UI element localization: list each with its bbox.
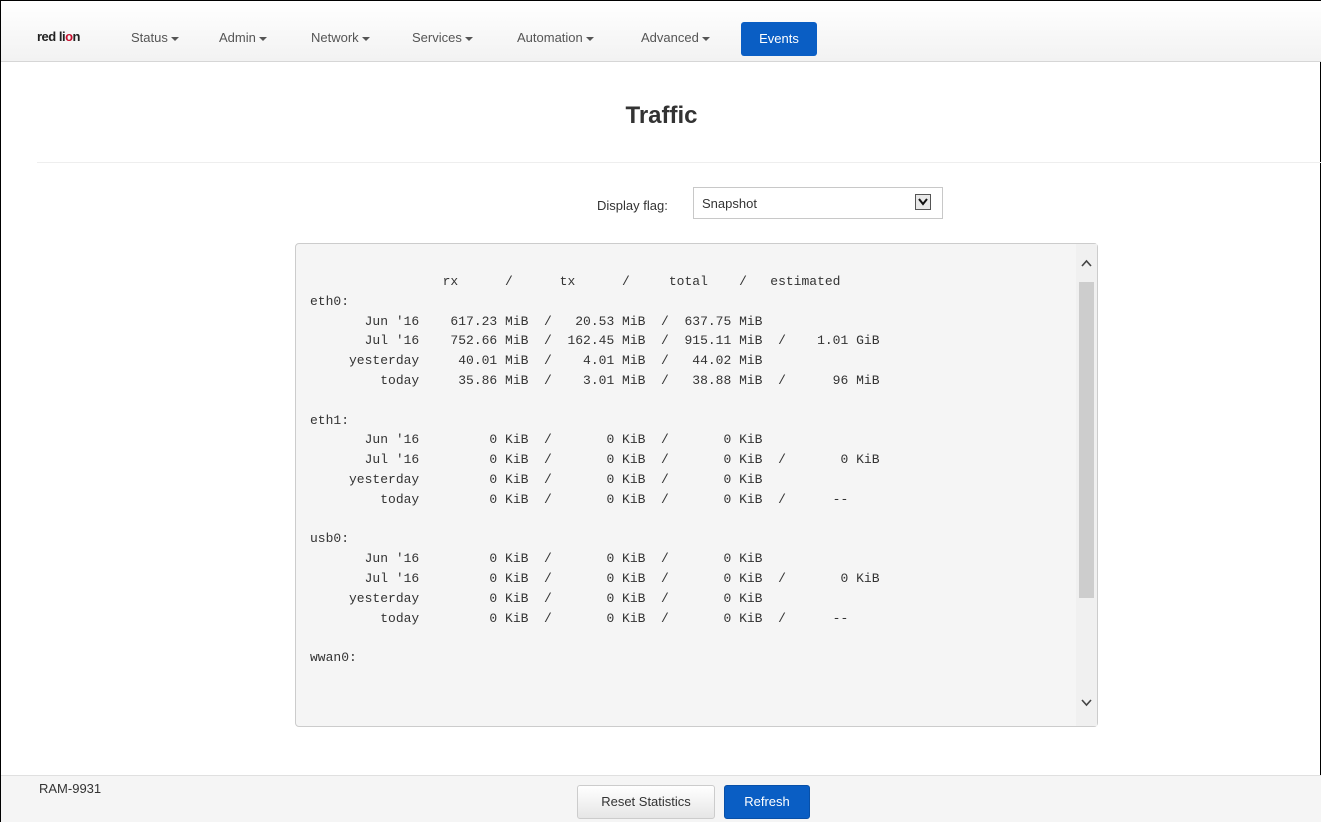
title-divider xyxy=(37,162,1321,163)
scroll-up-icon[interactable] xyxy=(1076,254,1097,274)
nav-admin-menu[interactable]: Admin xyxy=(219,30,267,45)
chevron-down-icon[interactable] xyxy=(915,194,931,210)
nav-automation-label: Automation xyxy=(517,30,583,45)
caret-down-icon xyxy=(170,36,179,41)
caret-down-icon xyxy=(464,36,473,41)
nav-status-menu[interactable]: Status xyxy=(131,30,179,45)
nav-events-tab[interactable]: Events xyxy=(741,22,817,56)
scroll-down-icon[interactable] xyxy=(1076,692,1097,712)
traffic-scrollbar[interactable] xyxy=(1076,244,1097,726)
nav-automation-menu[interactable]: Automation xyxy=(517,30,594,45)
display-flag-value: Snapshot xyxy=(702,196,757,211)
nav-network-menu[interactable]: Network xyxy=(311,30,370,45)
nav-advanced-label: Advanced xyxy=(641,30,699,45)
traffic-output-text: rx / tx / total / estimated eth0: Jun '1… xyxy=(310,274,880,666)
page-title: Traffic xyxy=(625,102,698,129)
reset-statistics-button[interactable]: Reset Statistics xyxy=(577,785,715,819)
caret-down-icon xyxy=(701,36,710,41)
nav-services-menu[interactable]: Services xyxy=(412,30,473,45)
nav-advanced-menu[interactable]: Advanced xyxy=(641,30,710,45)
device-name: RAM-9931 xyxy=(39,781,102,796)
display-flag-label: Display flag: xyxy=(597,198,668,213)
logo-text-suffix: n xyxy=(72,29,81,44)
logo-text-prefix: red li xyxy=(37,29,66,44)
refresh-button[interactable]: Refresh xyxy=(724,785,810,819)
scrollbar-thumb[interactable] xyxy=(1079,282,1094,598)
traffic-output-box: rx / tx / total / estimated eth0: Jun '1… xyxy=(295,243,1098,727)
caret-down-icon xyxy=(258,36,267,41)
nav-services-label: Services xyxy=(412,30,462,45)
nav-status-label: Status xyxy=(131,30,168,45)
caret-down-icon xyxy=(585,36,594,41)
nav-admin-label: Admin xyxy=(219,30,256,45)
logo-text-accent: o xyxy=(65,29,73,44)
caret-down-icon xyxy=(361,36,370,41)
display-flag-select[interactable]: Snapshot xyxy=(693,187,943,219)
red-lion-logo[interactable]: red lion xyxy=(37,29,81,44)
nav-network-label: Network xyxy=(311,30,359,45)
